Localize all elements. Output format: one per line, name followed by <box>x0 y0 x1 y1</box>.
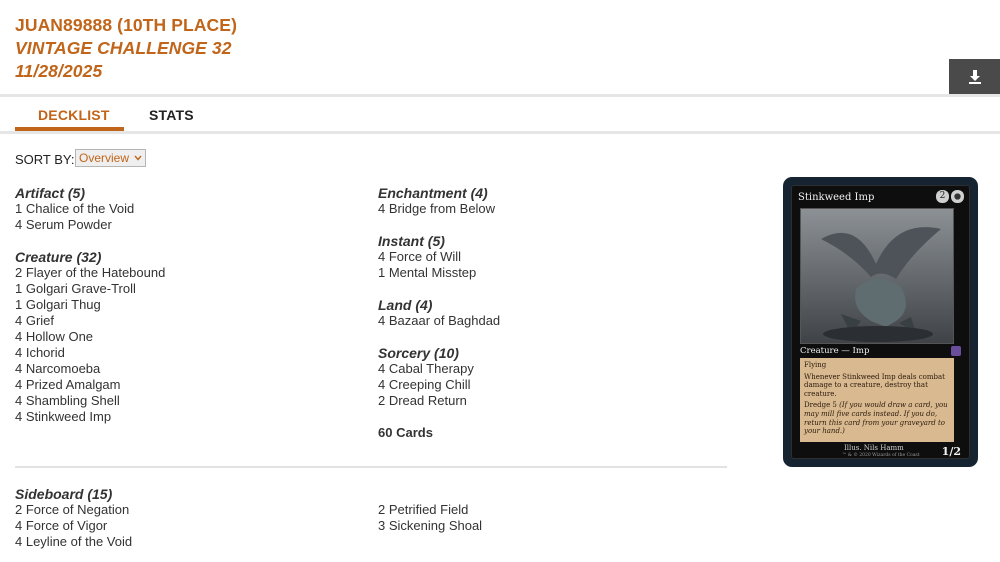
card-line[interactable]: 1 Chalice of the Void <box>15 201 165 217</box>
group-title: Instant (5) <box>378 233 445 249</box>
card-line[interactable]: 4 Stinkweed Imp <box>15 409 165 425</box>
tab-decklist[interactable]: DECKLIST <box>38 107 110 123</box>
card-ability: Flying <box>804 361 827 369</box>
card-line[interactable]: 2 Petrified Field <box>378 502 482 518</box>
sorcery-group: Sorcery (10) 4 Cabal Therapy 4 Creeping … <box>378 345 500 409</box>
event-date: 11/28/2025 <box>15 61 103 81</box>
decklist-column-right: Enchantment (4) 4 Bridge from Below Inst… <box>378 185 500 440</box>
card-line[interactable]: 2 Flayer of the Hatebound <box>15 265 165 281</box>
card-frame: Stinkweed Imp 2 Creature — Imp Flying Wh… <box>791 185 970 459</box>
mana-cost-generic: 2 <box>936 190 949 203</box>
set-symbol-icon <box>951 346 961 356</box>
group-title: Enchantment (4) <box>378 185 488 201</box>
card-line[interactable]: 1 Mental Misstep <box>378 265 500 281</box>
card-ability-dredge: Dredge 5 (If you would draw a card, you … <box>804 401 950 435</box>
card-power-toughness: 1/2 <box>941 445 961 458</box>
card-line[interactable]: 4 Bazaar of Baghdad <box>378 313 500 329</box>
card-name: Stinkweed Imp <box>798 192 875 203</box>
card-rules-text: Flying Whenever Stinkweed Imp deals comb… <box>800 358 954 442</box>
card-type-line: Creature — Imp <box>800 346 870 356</box>
card-line[interactable]: 3 Sickening Shoal <box>378 518 482 534</box>
download-button[interactable] <box>949 59 1000 94</box>
group-title: Land (4) <box>378 297 433 313</box>
tabs-divider <box>0 131 1000 134</box>
card-line[interactable]: 4 Bridge from Below <box>378 201 500 217</box>
artifact-group: Artifact (5) 1 Chalice of the Void 4 Ser… <box>15 185 165 233</box>
sideboard-column-right: 2 Petrified Field 3 Sickening Shoal <box>378 502 482 534</box>
card-copyright: ™ & © 2020 Wizards of the Coast <box>842 453 920 458</box>
decklist-column-left: Artifact (5) 1 Chalice of the Void 4 Ser… <box>15 185 165 441</box>
card-line[interactable]: 4 Narcomoeba <box>15 361 165 377</box>
instant-group: Instant (5) 4 Force of Will 1 Mental Mis… <box>378 233 500 281</box>
card-line[interactable]: 4 Prized Amalgam <box>15 377 165 393</box>
chevron-down-icon <box>134 155 142 161</box>
mana-cost-black-icon <box>951 190 964 203</box>
card-art <box>800 208 954 344</box>
tab-stats[interactable]: STATS <box>149 107 194 123</box>
card-line[interactable]: 4 Force of Will <box>378 249 500 265</box>
card-line[interactable]: 4 Shambling Shell <box>15 393 165 409</box>
sideboard-column-left: Sideboard (15) 2 Force of Negation 4 For… <box>15 486 132 550</box>
card-total: 60 Cards <box>378 425 433 440</box>
card-preview: Stinkweed Imp 2 Creature — Imp Flying Wh… <box>783 177 978 467</box>
card-line[interactable]: 1 Golgari Grave-Troll <box>15 281 165 297</box>
group-title: Sorcery (10) <box>378 345 459 361</box>
sideboard-title: Sideboard (15) <box>15 486 113 502</box>
card-line[interactable]: 4 Cabal Therapy <box>378 361 500 377</box>
card-line[interactable]: 4 Ichorid <box>15 345 165 361</box>
card-line[interactable]: 1 Golgari Thug <box>15 297 165 313</box>
sort-select[interactable]: Overview <box>75 149 146 167</box>
land-group: Land (4) 4 Bazaar of Baghdad <box>378 297 500 329</box>
card-line[interactable]: 2 Dread Return <box>378 393 500 409</box>
enchantment-group: Enchantment (4) 4 Bridge from Below <box>378 185 500 217</box>
header-divider <box>0 94 1000 97</box>
card-line[interactable]: 4 Creeping Chill <box>378 377 500 393</box>
card-line[interactable]: 4 Serum Powder <box>15 217 165 233</box>
dredge-keyword: Dredge 5 <box>804 401 837 410</box>
card-ability: Whenever Stinkweed Imp deals combat dama… <box>804 372 945 398</box>
card-line[interactable]: 4 Hollow One <box>15 329 165 345</box>
creature-group: Creature (32) 2 Flayer of the Hatebound … <box>15 249 165 425</box>
download-icon <box>968 69 981 84</box>
imp-creature-art <box>801 209 953 343</box>
player-title: JUAN89888 (10TH PLACE) <box>15 15 237 35</box>
card-line[interactable]: 2 Force of Negation <box>15 502 132 518</box>
sort-label: SORT BY: <box>15 152 75 167</box>
sideboard-divider <box>15 466 727 468</box>
card-line[interactable]: 4 Grief <box>15 313 165 329</box>
card-illustrator: Illus. Nils Hamm <box>844 444 904 452</box>
card-line[interactable]: 4 Force of Vigor <box>15 518 132 534</box>
card-line[interactable]: 4 Leyline of the Void <box>15 534 132 550</box>
group-title: Artifact (5) <box>15 185 86 201</box>
page-header: JUAN89888 (10TH PLACE) VINTAGE CHALLENGE… <box>15 14 237 83</box>
group-title: Creature (32) <box>15 249 102 265</box>
event-title: VINTAGE CHALLENGE 32 <box>15 38 232 58</box>
sort-value: Overview <box>79 151 130 165</box>
